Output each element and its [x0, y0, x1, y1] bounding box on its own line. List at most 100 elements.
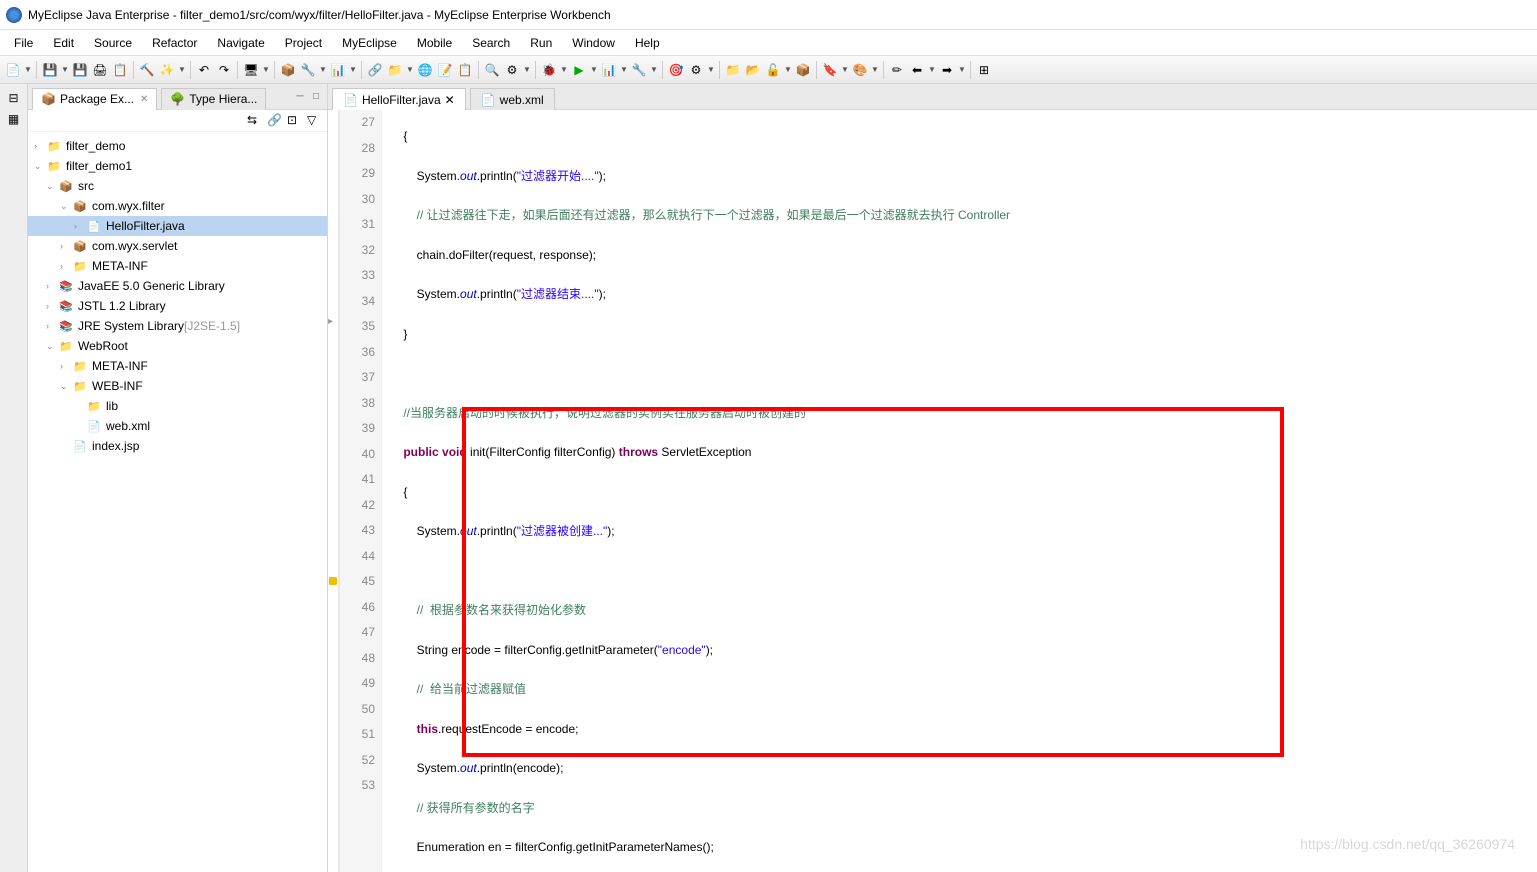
tool-icon[interactable]: ⚙	[687, 61, 705, 79]
run-icon[interactable]: ▶	[570, 61, 588, 79]
editor-tab-active[interactable]: 📄 HelloFilter.java ✕	[332, 88, 466, 110]
tool-icon[interactable]: 🔧	[299, 61, 317, 79]
menu-icon[interactable]: ▽	[307, 113, 323, 129]
menu-file[interactable]: File	[4, 32, 43, 54]
dropdown-icon[interactable]: ▼	[523, 65, 531, 74]
debug-icon[interactable]: 🐞	[540, 61, 558, 79]
print-icon[interactable]: 🖨	[91, 61, 109, 79]
dropdown-icon[interactable]: ▼	[620, 65, 628, 74]
menu-myeclipse[interactable]: MyEclipse	[332, 32, 407, 54]
menu-project[interactable]: Project	[275, 32, 332, 54]
minimize-icon[interactable]: ─	[293, 90, 307, 104]
dropdown-icon[interactable]: ▼	[650, 65, 658, 74]
tool-icon[interactable]: ⚙	[503, 61, 521, 79]
menu-run[interactable]: Run	[520, 32, 562, 54]
focus-icon[interactable]: ⊡	[287, 113, 303, 129]
tab-package-explorer[interactable]: 📦 Package Ex... ✕	[32, 88, 157, 110]
collapse-icon[interactable]: ⇆	[247, 113, 263, 129]
wizard-icon[interactable]: ✨	[158, 61, 176, 79]
dropdown-icon[interactable]: ▼	[841, 65, 849, 74]
tool-icon[interactable]: 📝	[436, 61, 454, 79]
tool-icon[interactable]: 🔍	[483, 61, 501, 79]
undo-icon[interactable]: ↶	[195, 61, 213, 79]
link-icon[interactable]: 🔗	[267, 113, 283, 129]
menu-help[interactable]: Help	[625, 32, 670, 54]
code-content[interactable]: { System.out.println("过滤器开始...."); // 让过…	[382, 110, 1537, 872]
dropdown-icon[interactable]: ▼	[560, 65, 568, 74]
menu-edit[interactable]: Edit	[43, 32, 84, 54]
src-folder-node[interactable]: ⌄📦src	[28, 176, 327, 196]
tool-icon[interactable]: 📋	[111, 61, 129, 79]
folder-icon[interactable]: 📁	[724, 61, 742, 79]
library-node[interactable]: ›📚JSTL 1.2 Library	[28, 296, 327, 316]
dropdown-icon[interactable]: ▼	[928, 65, 936, 74]
java-file-node[interactable]: ›📄HelloFilter.java	[28, 216, 327, 236]
close-icon[interactable]: ✕	[445, 93, 455, 107]
tab-label: HelloFilter.java	[362, 93, 441, 107]
dropdown-icon[interactable]: ▼	[24, 65, 32, 74]
build-icon[interactable]: 🔨	[138, 61, 156, 79]
tool-icon[interactable]: 🔓	[764, 61, 782, 79]
forward-icon[interactable]: ➡	[938, 61, 956, 79]
project-node[interactable]: ›📁filter_demo	[28, 136, 327, 156]
code-editor[interactable]: 2728293031323334353637383940414243444546…	[328, 110, 1537, 872]
folder-node[interactable]: ›📁META-INF	[28, 356, 327, 376]
menu-window[interactable]: Window	[562, 32, 625, 54]
dropdown-icon[interactable]: ▼	[349, 65, 357, 74]
maximize-icon[interactable]: □	[309, 90, 323, 104]
server-icon[interactable]: 🖥	[242, 61, 260, 79]
package-node[interactable]: ⌄📦com.wyx.filter	[28, 196, 327, 216]
dropdown-icon[interactable]: ▼	[61, 65, 69, 74]
menu-mobile[interactable]: Mobile	[407, 32, 462, 54]
tab-type-hierarchy[interactable]: 🌳 Type Hiera...	[161, 88, 266, 110]
folder-node[interactable]: 📁lib	[28, 396, 327, 416]
library-node[interactable]: ›📚JavaEE 5.0 Generic Library	[28, 276, 327, 296]
dropdown-icon[interactable]: ▼	[958, 65, 966, 74]
tool-icon[interactable]: 📁	[386, 61, 404, 79]
editor-tab[interactable]: 📄 web.xml	[470, 88, 555, 110]
dropdown-icon[interactable]: ▼	[590, 65, 598, 74]
view-icon[interactable]: ▦	[5, 112, 23, 130]
folder-node[interactable]: ⌄📁WebRoot	[28, 336, 327, 356]
perspective-icon[interactable]: ⊞	[975, 61, 993, 79]
back-icon[interactable]: ⬅	[908, 61, 926, 79]
save-all-icon[interactable]: 💾	[71, 61, 89, 79]
globe-icon[interactable]: 🌐	[416, 61, 434, 79]
folder-node[interactable]: ›📁META-INF	[28, 256, 327, 276]
tool-icon[interactable]: 📋	[456, 61, 474, 79]
tool-icon[interactable]: 🔖	[821, 61, 839, 79]
dropdown-icon[interactable]: ▼	[707, 65, 715, 74]
external-icon[interactable]: 🔧	[630, 61, 648, 79]
tool-icon[interactable]: 🎨	[851, 61, 869, 79]
dropdown-icon[interactable]: ▼	[262, 65, 270, 74]
minimize-icon[interactable]: ⊟	[5, 91, 23, 109]
tool-icon[interactable]: 📊	[329, 61, 347, 79]
menu-navigate[interactable]: Navigate	[207, 32, 274, 54]
xml-file-node[interactable]: 📄web.xml	[28, 416, 327, 436]
redo-icon[interactable]: ↷	[215, 61, 233, 79]
dropdown-icon[interactable]: ▼	[178, 65, 186, 74]
dropdown-icon[interactable]: ▼	[406, 65, 414, 74]
tool-icon[interactable]: 🎯	[667, 61, 685, 79]
menu-refactor[interactable]: Refactor	[142, 32, 207, 54]
tool-icon[interactable]: ✏	[888, 61, 906, 79]
dropdown-icon[interactable]: ▼	[319, 65, 327, 74]
dropdown-icon[interactable]: ▼	[784, 65, 792, 74]
dropdown-icon[interactable]: ▼	[871, 65, 879, 74]
save-icon[interactable]: 💾	[41, 61, 59, 79]
coverage-icon[interactable]: 📊	[600, 61, 618, 79]
tool-icon[interactable]: 🔗	[366, 61, 384, 79]
menu-search[interactable]: Search	[462, 32, 520, 54]
project-node[interactable]: ⌄📁filter_demo1	[28, 156, 327, 176]
tool-icon[interactable]: 📦	[794, 61, 812, 79]
package-node[interactable]: ›📦com.wyx.servlet	[28, 236, 327, 256]
folder-node[interactable]: ⌄📁WEB-INF	[28, 376, 327, 396]
jsp-file-node[interactable]: 📄index.jsp	[28, 436, 327, 456]
deploy-icon[interactable]: 📦	[279, 61, 297, 79]
menu-source[interactable]: Source	[84, 32, 142, 54]
project-tree[interactable]: ›📁filter_demo ⌄📁filter_demo1 ⌄📦src ⌄📦com…	[28, 132, 327, 872]
folder-icon[interactable]: 📂	[744, 61, 762, 79]
library-node[interactable]: ›📚JRE System Library [J2SE-1.5]	[28, 316, 327, 336]
new-icon[interactable]: 📄	[4, 61, 22, 79]
close-icon[interactable]: ✕	[140, 94, 148, 105]
